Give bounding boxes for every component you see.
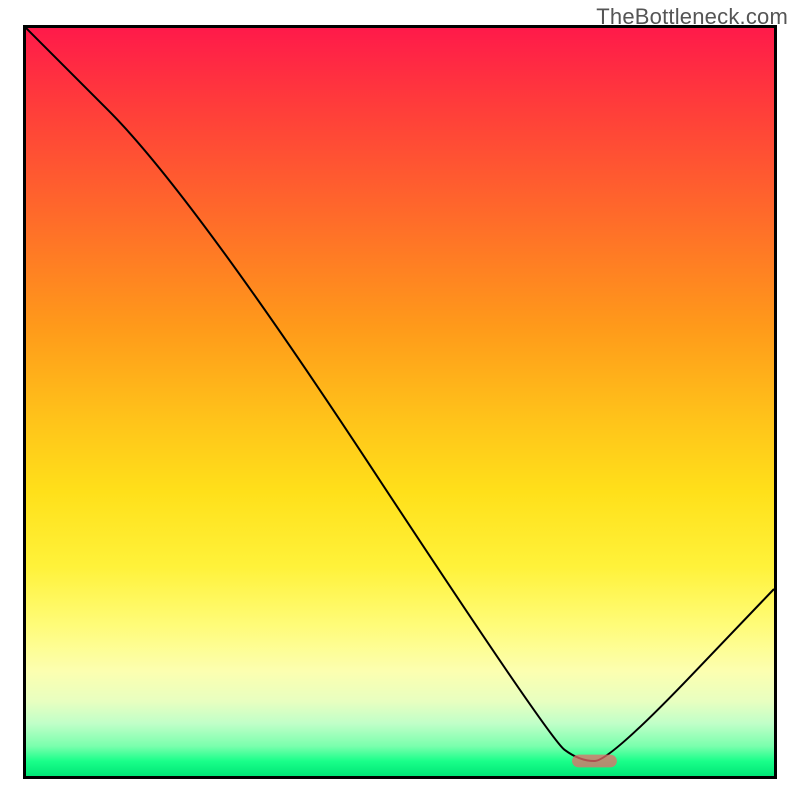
chart-container: TheBottleneck.com	[0, 0, 800, 800]
curve-svg	[26, 28, 774, 776]
bottleneck-curve-path	[26, 28, 774, 761]
optimal-marker	[572, 755, 617, 768]
plot-area	[23, 25, 777, 779]
